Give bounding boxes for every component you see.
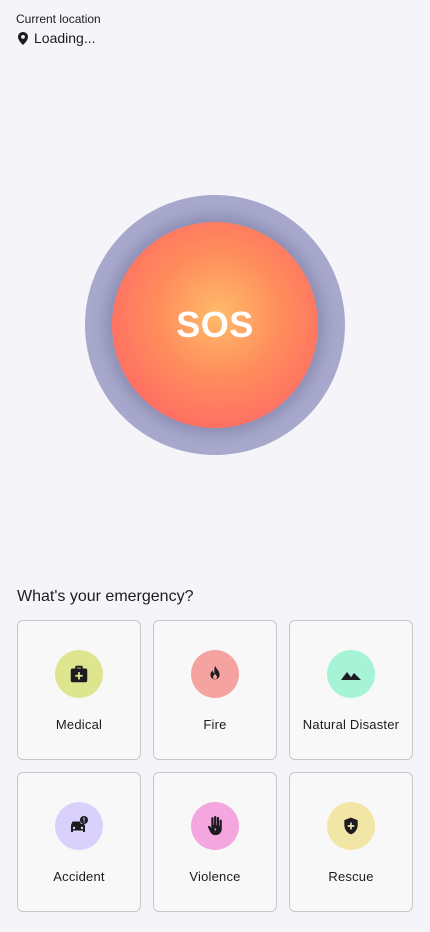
rescue-icon-circle bbox=[327, 802, 375, 850]
location-label: Current location bbox=[16, 12, 101, 26]
sos-button[interactable]: SOS bbox=[112, 222, 318, 428]
location-row: Loading... bbox=[16, 29, 101, 47]
medical-kit-icon bbox=[70, 665, 88, 683]
car-crash-icon bbox=[71, 816, 88, 832]
current-location: Current location Loading... bbox=[16, 12, 101, 47]
accident-icon-circle bbox=[55, 802, 103, 850]
map-pin-icon bbox=[16, 31, 30, 45]
emergency-question: What's your emergency? bbox=[17, 588, 194, 605]
location-value: Loading... bbox=[34, 30, 96, 46]
category-label: Natural Disaster bbox=[302, 717, 400, 732]
category-label: Rescue bbox=[328, 869, 374, 884]
category-label: Violence bbox=[189, 869, 241, 884]
category-medical[interactable]: Medical bbox=[17, 620, 141, 760]
shield-plus-icon bbox=[344, 817, 358, 835]
category-label: Fire bbox=[203, 717, 227, 732]
emergency-category-grid: Medical Fire Natural Disaster Accident V… bbox=[17, 620, 413, 912]
category-natural-disaster[interactable]: Natural Disaster bbox=[289, 620, 413, 760]
category-fire[interactable]: Fire bbox=[153, 620, 277, 760]
category-label: Medical bbox=[55, 717, 103, 732]
category-label: Accident bbox=[53, 869, 105, 884]
violence-icon-circle bbox=[191, 802, 239, 850]
category-rescue[interactable]: Rescue bbox=[289, 772, 413, 912]
fire-icon-circle bbox=[191, 650, 239, 698]
natural-disaster-icon-circle bbox=[327, 650, 375, 698]
sos-label: SOS bbox=[176, 304, 254, 345]
medical-icon-circle bbox=[55, 650, 103, 698]
fire-icon bbox=[210, 665, 220, 680]
hand-stop-icon bbox=[208, 816, 222, 836]
mountain-icon bbox=[341, 672, 361, 680]
category-accident[interactable]: Accident bbox=[17, 772, 141, 912]
category-violence[interactable]: Violence bbox=[153, 772, 277, 912]
